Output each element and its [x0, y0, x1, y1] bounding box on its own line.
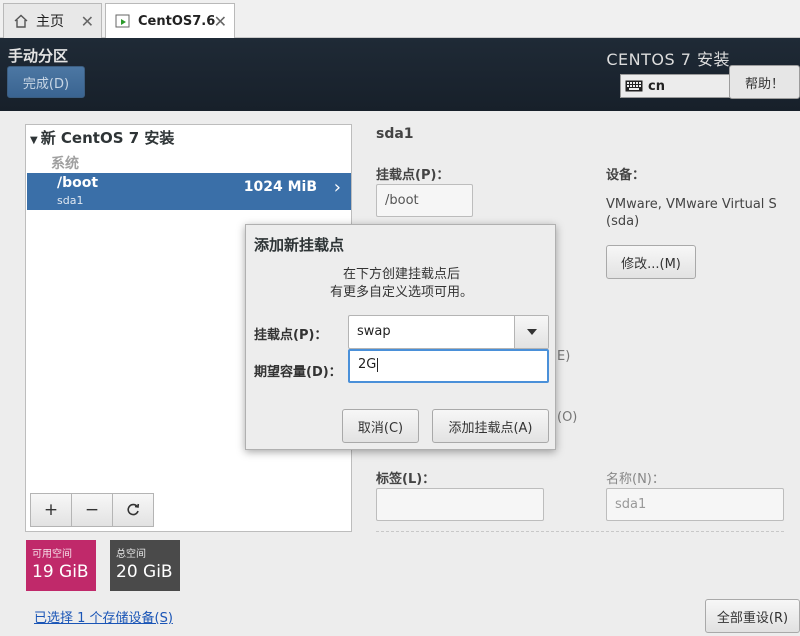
obscured-text: E) [557, 349, 571, 364]
total-space-label: 总空间 [116, 549, 146, 560]
capacity-input-value: 2G [358, 357, 377, 372]
chevron-down-icon [526, 329, 537, 335]
installer-header: 手动分区 完成(D) CENTOS 7 安装 cn 帮助！ [0, 38, 800, 111]
mount-point-combo[interactable]: swap [348, 315, 549, 349]
keyboard-icon [625, 80, 643, 92]
vm-running-icon [114, 12, 132, 30]
device-value: VMware, VMware Virtual S (sda) [606, 197, 777, 229]
product-title: CENTOS 7 安装 [606, 50, 730, 69]
keyboard-layout-label: cn [648, 78, 665, 94]
mount-point-combo-value: swap [357, 324, 391, 339]
chevron-right-icon: › [333, 177, 341, 198]
divider [376, 531, 784, 532]
tab-vm[interactable]: CentOS7.6 ✕ [105, 3, 235, 38]
close-icon[interactable]: ✕ [214, 12, 227, 31]
dialog-capacity-label: 期望容量(D)： [254, 365, 342, 380]
tab-vm-label: CentOS7.6 [138, 13, 216, 29]
add-mount-point-dialog: 添加新挂载点 在下方创建挂载点后 有更多自定义选项可用。 挂载点(P)： swa… [245, 224, 556, 450]
available-space-value: 19 GiB [32, 562, 89, 582]
dialog-description-line: 在下方创建挂载点后 [342, 267, 460, 282]
done-button[interactable]: 完成(D) [7, 66, 85, 98]
remove-partition-button[interactable]: − [71, 493, 113, 527]
help-button[interactable]: 帮助！ [729, 65, 800, 99]
name-field[interactable]: sda1 [606, 488, 784, 521]
page-title: 手动分区 [8, 47, 69, 65]
partition-size: 1024 MiB [243, 179, 317, 195]
dialog-title: 添加新挂载点 [254, 236, 345, 254]
partition-toolbar: + − [30, 493, 155, 527]
close-icon[interactable]: ✕ [81, 12, 94, 31]
install-group-title: 新 CentOS 7 安装 [40, 129, 175, 147]
install-group-header[interactable]: ▼ 新 CentOS 7 安装 [30, 127, 174, 148]
combo-dropdown-button[interactable] [514, 316, 548, 348]
tab-home-label: 主页 [36, 14, 64, 30]
system-section-label: 系统 [51, 156, 79, 172]
tag-field[interactable] [376, 488, 544, 521]
reset-all-button[interactable]: 全部重设(R) [705, 599, 800, 633]
modify-device-button[interactable]: 修改...(M) [606, 245, 696, 279]
available-space-label: 可用空间 [32, 549, 72, 560]
text-caret [377, 357, 379, 372]
add-mount-point-button[interactable]: 添加挂载点(A) [432, 409, 549, 443]
vm-tab-bar: 主页 ✕ CentOS7.6 ✕ [0, 0, 800, 38]
available-space-box: 可用空间 19 GiB [26, 540, 96, 591]
total-space-box: 总空间 20 GiB [110, 540, 180, 591]
details-title: sda1 [376, 126, 414, 142]
minus-icon: − [84, 500, 100, 520]
mount-point-label: 挂载点(P)： [376, 168, 450, 183]
plus-icon: + [43, 500, 59, 520]
expander-down-icon[interactable]: ▼ [30, 135, 38, 146]
dialog-description-line: 有更多自定义选项可用。 [329, 285, 473, 300]
mount-point-field[interactable]: /boot [376, 184, 473, 217]
partition-row-selected[interactable]: /boot sda1 1024 MiB › [27, 173, 351, 210]
partition-mount-point: /boot [57, 175, 99, 191]
obscured-text: (O) [557, 410, 578, 425]
cancel-button[interactable]: 取消(C) [342, 409, 419, 443]
total-space-value: 20 GiB [116, 562, 173, 582]
dialog-description: 在下方创建挂载点后 有更多自定义选项可用。 [246, 266, 557, 302]
refresh-icon [127, 503, 140, 516]
refresh-button[interactable] [112, 493, 154, 527]
tab-home[interactable]: 主页 ✕ [3, 3, 102, 38]
dialog-mount-label: 挂载点(P)： [254, 328, 328, 343]
partition-device: sda1 [57, 194, 84, 207]
tag-label: 标签(L)： [376, 472, 436, 487]
home-icon [12, 12, 30, 30]
keyboard-layout-indicator[interactable]: cn [620, 74, 730, 98]
name-label: 名称(N)： [606, 472, 665, 487]
add-partition-button[interactable]: + [30, 493, 72, 527]
capacity-input[interactable]: 2G [348, 349, 549, 383]
selected-storage-link[interactable]: 已选择 1 个存储设备(S) [34, 607, 173, 626]
device-label: 设备： [606, 168, 646, 183]
